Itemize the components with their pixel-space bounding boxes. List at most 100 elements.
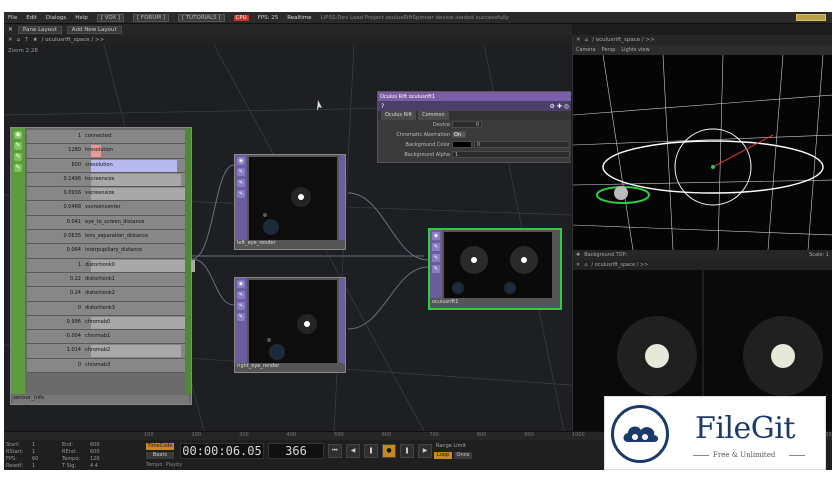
param-background-color: Background Color 0 bbox=[378, 140, 571, 150]
viewer-toolbar: ✚ Background TOP: Scale: 1 bbox=[573, 250, 832, 260]
timeline-tick: 600 bbox=[381, 432, 392, 438]
viewer-toolbar: Camera Persp Lights view bbox=[573, 45, 832, 55]
chromatic-toggle[interactable]: On bbox=[452, 131, 466, 138]
node-name[interactable]: sensor_info bbox=[13, 395, 189, 404]
close-icon[interactable]: ✕ bbox=[576, 37, 581, 43]
tab-add-new-layout[interactable]: Add New Layout bbox=[66, 25, 122, 34]
right-eye-render-node[interactable]: ◉ ✎ ✎ ✎ right_eye_render bbox=[234, 277, 346, 373]
node-name[interactable]: right_eye_render bbox=[237, 363, 343, 372]
table-row: 1.014 chromab2 bbox=[27, 344, 185, 359]
network-path[interactable]: / oculusrift_space / >> bbox=[42, 37, 105, 43]
menu-file[interactable]: File bbox=[8, 15, 17, 21]
geometry-viewer-pane[interactable]: ✕ ⌂ / oculusrift_space / >> Camera Persp… bbox=[572, 35, 832, 250]
node-output-strip[interactable] bbox=[185, 128, 191, 394]
home-icon[interactable]: ⌂ bbox=[17, 37, 21, 43]
close-icon[interactable]: ✕ bbox=[576, 262, 580, 268]
viewer-path[interactable]: / oculusrift_space / >> bbox=[592, 37, 655, 43]
loop-button[interactable]: Loop bbox=[434, 452, 452, 459]
bypass-icon[interactable]: ✎ bbox=[14, 153, 22, 161]
tutorials-button[interactable]: [ TUTORIALS ] bbox=[177, 13, 225, 22]
menu-help[interactable]: Help bbox=[75, 15, 88, 21]
plus-icon[interactable]: ✚ bbox=[576, 252, 580, 258]
up-icon[interactable]: ↑ bbox=[24, 37, 29, 43]
realtime-toggle[interactable]: Realtime bbox=[287, 15, 311, 21]
tsig-field[interactable]: 4 4 bbox=[90, 463, 98, 469]
timecode-display[interactable]: 00:00:06.05 bbox=[180, 443, 264, 459]
tab-common[interactable]: Common bbox=[418, 111, 449, 120]
node-output-strip[interactable] bbox=[339, 278, 345, 364]
menu-edit[interactable]: Edit bbox=[26, 15, 37, 21]
lock-icon[interactable]: ✎ bbox=[237, 190, 245, 198]
lock-icon[interactable]: ✎ bbox=[14, 164, 22, 172]
param-background-alpha: Background Alpha 1 bbox=[378, 150, 571, 160]
camera-select[interactable]: Camera bbox=[576, 47, 596, 53]
beats-button[interactable]: Beats bbox=[146, 452, 174, 459]
rstart-field[interactable]: 1 bbox=[32, 449, 35, 455]
filegit-watermark: FileGit Free & Unlimited bbox=[604, 396, 826, 470]
once-button[interactable]: Once bbox=[454, 452, 472, 459]
stat-label: Start: bbox=[6, 442, 20, 448]
end-field[interactable]: 600 bbox=[90, 442, 100, 448]
device-field[interactable]: 0 bbox=[452, 121, 482, 128]
tab-pane-layout[interactable]: Pane Layout bbox=[18, 25, 62, 34]
viewer-path[interactable]: / oculusrift_space / >> bbox=[591, 262, 648, 268]
param-chromatic-aberration: Chromatic Aberration On bbox=[378, 130, 571, 140]
bypass-icon[interactable]: ✎ bbox=[237, 179, 245, 187]
home-icon[interactable]: ⌂ bbox=[584, 262, 587, 268]
network-editor[interactable]: Zoom 2.28 ◉ ✎ ✎ ✎ 1 connected 1280 hreso… bbox=[4, 45, 571, 431]
step-forward-button[interactable]: ▶ bbox=[418, 444, 432, 458]
pencil-icon[interactable]: ✎ bbox=[237, 291, 245, 299]
star-icon[interactable]: ★ bbox=[33, 37, 38, 43]
start-field[interactable]: 1 bbox=[32, 442, 35, 448]
viewer-icon[interactable]: ◉ bbox=[237, 280, 245, 288]
viewer-icon[interactable]: ◉ bbox=[14, 131, 22, 139]
color-swatch[interactable] bbox=[452, 141, 472, 148]
rewind-button[interactable]: ⏮ bbox=[328, 444, 342, 458]
close-icon[interactable]: ✕ bbox=[8, 26, 13, 33]
table-row: 0.0635 lens_separation_distance bbox=[27, 230, 185, 245]
rend-field[interactable]: 600 bbox=[90, 449, 100, 455]
scale-readout: Scale: 1 bbox=[809, 252, 829, 258]
sensor-table: 1 connected 1280 hresolution 800 vresolutio… bbox=[27, 130, 195, 374]
play-button[interactable]: ● bbox=[382, 444, 396, 458]
close-icon[interactable]: ✕ bbox=[8, 37, 13, 43]
bypass-icon[interactable]: ✎ bbox=[432, 254, 440, 262]
step-back-button[interactable]: ◀ bbox=[346, 444, 360, 458]
bypass-icon[interactable]: ✎ bbox=[237, 302, 245, 310]
view-select[interactable]: Lights view bbox=[621, 47, 649, 53]
background-alpha-field[interactable]: 1 bbox=[452, 151, 570, 158]
node-output-strip[interactable] bbox=[339, 155, 345, 241]
tempo-field[interactable]: 120 bbox=[90, 456, 100, 462]
vox-button[interactable]: [ VOX ] bbox=[96, 13, 125, 22]
lock-icon[interactable]: ✎ bbox=[432, 265, 440, 273]
viewer-icon[interactable]: ◉ bbox=[432, 232, 440, 240]
node-name[interactable]: left_eye_render bbox=[237, 240, 343, 249]
background-color-field[interactable]: 0 bbox=[474, 141, 570, 148]
node-name[interactable]: oculusrift1 bbox=[432, 299, 558, 308]
help-icon[interactable]: ? bbox=[381, 103, 384, 110]
perf-indicator[interactable]: CPU bbox=[233, 14, 249, 21]
left-eye-render-node[interactable]: ◉ ✎ ✎ ✎ left_eye_render bbox=[234, 154, 346, 250]
lock-icon[interactable]: ✎ bbox=[237, 313, 245, 321]
oculusrift-node[interactable]: ◉ ✎ ✎ ✎ oculusrift1 bbox=[428, 228, 562, 310]
pencil-icon[interactable]: ✎ bbox=[432, 243, 440, 251]
pause-button[interactable]: ❚ bbox=[364, 444, 378, 458]
pencil-icon[interactable]: ✎ bbox=[14, 142, 22, 150]
toolbar-icons[interactable]: ⚙ ✚ ◎ bbox=[550, 103, 569, 110]
window-control-button[interactable] bbox=[796, 14, 826, 21]
frame-display[interactable]: 366 bbox=[268, 443, 324, 459]
persp-select[interactable]: Persp bbox=[602, 47, 616, 53]
viewer-icon[interactable]: ◉ bbox=[237, 157, 245, 165]
tab-oculus-rift[interactable]: Oculus Rift bbox=[381, 111, 417, 120]
forum-button[interactable]: [ FORUM ] bbox=[133, 13, 169, 22]
fps-field[interactable]: 60 bbox=[32, 456, 38, 462]
timecode-button[interactable]: TimeCode bbox=[146, 443, 174, 450]
home-icon[interactable]: ⌂ bbox=[585, 37, 589, 43]
resetf-field[interactable]: 1 bbox=[32, 463, 35, 469]
table-row: -0.004 chromab1 bbox=[27, 330, 185, 345]
sensor-info-node[interactable]: ◉ ✎ ✎ ✎ 1 connected 1280 hresolution 800 vr… bbox=[10, 127, 195, 405]
pencil-icon[interactable]: ✎ bbox=[237, 168, 245, 176]
menu-dialogs[interactable]: Dialogs bbox=[46, 15, 66, 21]
stop-button[interactable]: ❚ bbox=[400, 444, 414, 458]
stat-label: End: bbox=[62, 442, 74, 448]
